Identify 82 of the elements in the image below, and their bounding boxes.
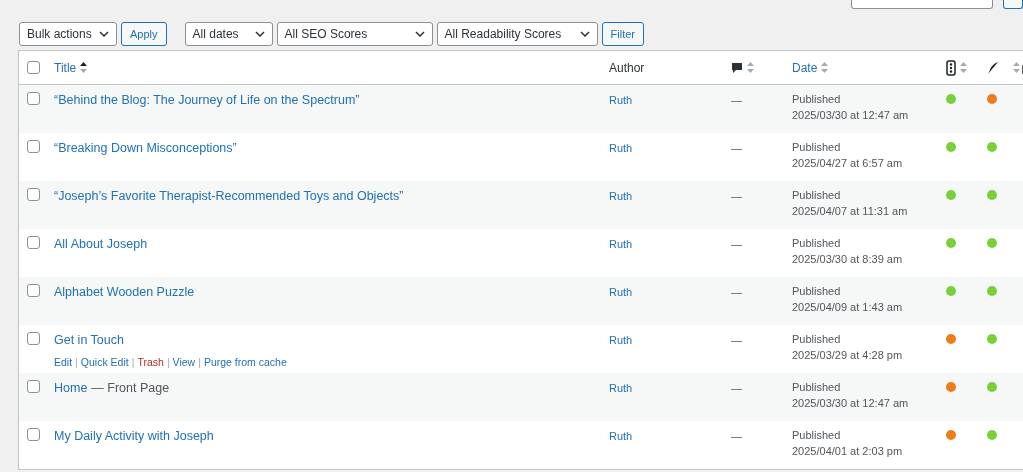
author-link[interactable]: Ruth [609,430,633,442]
separator: | [131,354,135,370]
author-column-header: Author [609,60,645,75]
sort-icon [80,62,88,73]
post-title-link[interactable]: My Daily Activity with Joseph [54,427,214,446]
comment-count: — [731,142,742,154]
row-checkbox[interactable] [27,332,40,345]
comment-count: — [731,286,742,298]
post-title-link[interactable]: “Breaking Down Misconceptions” [54,139,237,158]
author-link[interactable]: Ruth [609,190,633,202]
filter-dropdown[interactable]: Bulk actions [19,22,117,46]
row-checkbox[interactable] [27,380,40,393]
chevron-down-icon [414,31,425,37]
title-column-header[interactable]: Title [54,58,77,77]
filter-button[interactable]: Filter [601,22,644,46]
post-status: Published [792,92,842,107]
post-date: 2025/03/29 at 4:28 pm [792,348,904,363]
post-title-link[interactable]: Home [54,379,88,398]
post-date: 2025/04/07 at 11:31 am [792,204,909,219]
row-checkbox[interactable] [27,92,40,105]
post-status: Published [792,332,842,347]
row-checkbox[interactable] [27,428,40,441]
post-date: 2025/03/30 at 8:39 am [792,252,904,267]
post-title-link[interactable]: “Joseph’s Favorite Therapist-Recommended Toys and Objects” [54,187,404,206]
row-checkbox[interactable] [27,284,40,297]
post-status: Published [792,428,842,443]
post-status: Published [792,188,842,203]
separator: | [75,354,78,370]
separator: | [166,354,170,370]
comment-bubble-icon [731,61,743,74]
separator: | [198,354,201,370]
row-action-link[interactable]: Trash [137,354,164,371]
filter-dropdown[interactable]: All SEO Scores [276,22,433,46]
post-date: 2025/04/27 at 6:57 am [792,156,904,171]
post-date: 2025/03/30 at 12:47 am [792,396,910,411]
comment-count: — [731,382,742,394]
filter-dropdown[interactable]: All Readability Scores [436,22,598,46]
row-action-link[interactable]: Quick Edit [80,354,129,371]
author-link[interactable]: Ruth [609,286,633,298]
author-link[interactable]: Ruth [609,238,633,250]
search-field[interactable] [851,0,993,9]
post-date: 2025/03/30 at 12:47 am [792,108,910,123]
post-state: — Front Page [91,380,170,397]
feather-icon [987,60,999,75]
author-link[interactable]: Ruth [609,142,633,154]
post-title-link[interactable]: Get in Touch [54,331,124,350]
row-checkbox[interactable] [27,140,40,153]
search-button[interactable] [1003,0,1023,9]
sort-icon [747,62,754,73]
sort-icon [821,62,829,73]
apply-button[interactable]: Apply [121,22,167,46]
sort-icon [960,62,967,73]
author-link[interactable]: Ruth [609,334,633,346]
chevron-down-icon [254,31,265,37]
post-status: Published [792,140,842,155]
row-action-link[interactable]: Edit [54,354,73,371]
comment-count: — [731,334,742,346]
post-title-link[interactable]: Alphabet Wooden Puzzle [54,283,195,302]
sort-icon [1013,62,1020,73]
post-title-link[interactable]: “Behind the Blog: The Journey of Life on the Spectrum” [54,91,360,110]
comment-count: — [731,94,742,106]
post-status: Published [792,236,842,251]
chevron-down-icon [579,31,590,37]
select-all-checkbox[interactable] [27,61,40,74]
author-link[interactable]: Ruth [609,382,633,394]
date-column-header[interactable]: Date [792,58,818,77]
comment-count: — [731,430,742,442]
post-date: 2025/04/01 at 2:03 pm [792,444,904,459]
row-checkbox[interactable] [27,188,40,201]
post-status: Published [792,284,842,299]
post-title-link[interactable]: All About Joseph [54,235,148,254]
post-date: 2025/04/09 at 1:43 am [792,300,904,315]
chevron-down-icon [99,31,109,37]
row-checkbox[interactable] [27,236,40,249]
row-action-link[interactable]: View [172,354,196,371]
post-status: Published [792,380,842,395]
author-link[interactable]: Ruth [609,94,633,106]
comment-count: — [731,238,742,250]
traffic-light-icon [946,59,956,76]
row-action-link[interactable]: Purge from cache [203,354,287,371]
comment-count: — [731,190,742,202]
filter-dropdown[interactable]: All dates [184,22,273,46]
